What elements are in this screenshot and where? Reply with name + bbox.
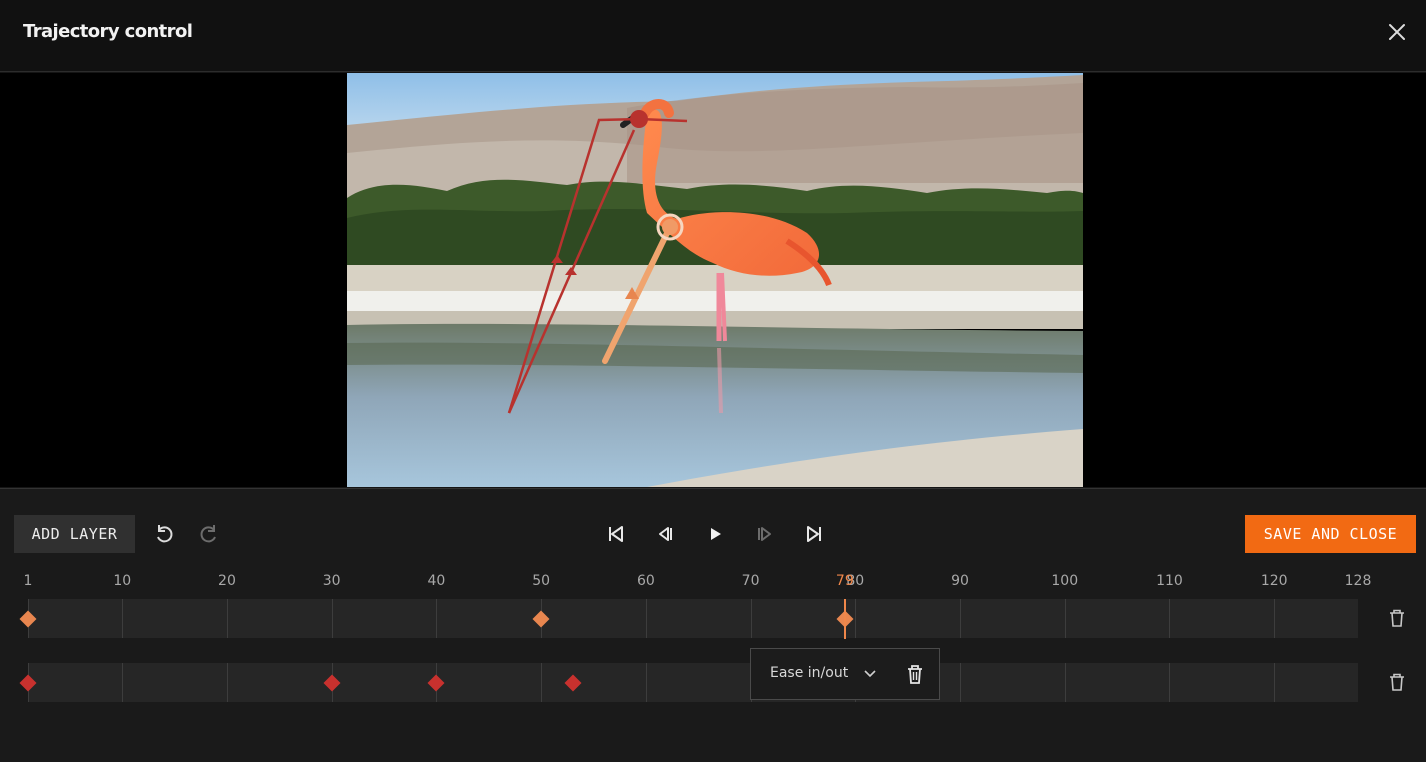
video-frame bbox=[347, 73, 1083, 487]
tick-label: 128 bbox=[1344, 573, 1372, 589]
delete-track-2-button[interactable] bbox=[1385, 670, 1409, 694]
keyframe-ease-menu: Ease in/out bbox=[750, 648, 940, 700]
undo-button[interactable] bbox=[150, 520, 178, 548]
track-gridline bbox=[960, 599, 962, 638]
track-gridline bbox=[541, 663, 543, 702]
track-gridline bbox=[645, 663, 647, 702]
tick-label: 10 bbox=[113, 573, 132, 589]
trash-icon bbox=[1390, 673, 1404, 691]
play-button[interactable] bbox=[701, 520, 729, 548]
skip-to-end-icon bbox=[807, 526, 821, 542]
tick-label: 90 bbox=[951, 573, 969, 589]
redo-icon bbox=[200, 525, 216, 543]
playhead[interactable] bbox=[843, 599, 846, 639]
ease-select-value[interactable]: Ease in/out bbox=[770, 665, 848, 681]
delete-keyframe-button[interactable] bbox=[903, 661, 927, 687]
track-gridline bbox=[960, 663, 962, 702]
step-back-icon bbox=[659, 527, 672, 541]
step-forward-button[interactable] bbox=[751, 520, 779, 548]
track-gridline bbox=[1169, 599, 1171, 638]
ease-dropdown-toggle[interactable] bbox=[861, 664, 879, 682]
track-gridline bbox=[750, 599, 752, 638]
keyframe-marker[interactable] bbox=[19, 610, 37, 627]
save-and-close-button[interactable]: SAVE AND CLOSE bbox=[1245, 515, 1416, 553]
track-gridline bbox=[226, 663, 228, 702]
track-gridline bbox=[645, 599, 647, 638]
keyframe-marker[interactable] bbox=[564, 674, 582, 691]
track-gridline bbox=[436, 599, 438, 638]
video-stage bbox=[0, 73, 1426, 487]
skip-to-start-button[interactable] bbox=[602, 520, 630, 548]
track-gridline bbox=[1274, 599, 1276, 638]
play-icon bbox=[711, 528, 721, 540]
close-icon bbox=[1389, 24, 1405, 40]
timeline-panel: ADD LAYER SAVE AND CLOSE 1 10 20 30 40 5… bbox=[0, 488, 1426, 762]
trash-icon bbox=[1390, 609, 1404, 627]
track-gridline bbox=[855, 599, 857, 638]
track-gridline bbox=[1274, 663, 1276, 702]
add-layer-button[interactable]: ADD LAYER bbox=[14, 515, 135, 553]
track-gridline bbox=[1064, 599, 1066, 638]
keyframe-marker[interactable] bbox=[532, 610, 550, 627]
tick-label: 20 bbox=[218, 573, 236, 589]
tick-label: 120 bbox=[1260, 573, 1288, 589]
dialog-header: Trajectory control bbox=[0, 0, 1426, 72]
keyframe-marker[interactable] bbox=[323, 674, 341, 691]
tick-label: 60 bbox=[636, 573, 655, 589]
tick-label: 100 bbox=[1051, 573, 1079, 589]
timeline-ruler: 1 10 20 30 40 50 60 70 80 90 100 110 120 128 79 bbox=[0, 573, 1426, 593]
timeline-track-2[interactable] bbox=[19, 663, 1358, 702]
undo-icon bbox=[157, 525, 173, 543]
tick-label: 1 bbox=[23, 573, 33, 589]
track-gridline bbox=[226, 599, 228, 638]
timeline-track-1[interactable] bbox=[19, 599, 1358, 638]
chevron-down-icon bbox=[864, 670, 876, 678]
skip-to-start-icon bbox=[609, 526, 623, 542]
tick-label: 70 bbox=[741, 573, 760, 589]
current-frame-label: 79 bbox=[835, 573, 854, 589]
step-back-button[interactable] bbox=[651, 520, 679, 548]
keyframe-marker[interactable] bbox=[427, 674, 445, 691]
dialog-title: Trajectory control bbox=[23, 21, 193, 42]
track-gridline bbox=[1169, 663, 1171, 702]
step-forward-icon bbox=[758, 527, 771, 541]
tick-label: 30 bbox=[322, 573, 341, 589]
delete-track-1-button[interactable] bbox=[1385, 606, 1409, 630]
redo-button[interactable] bbox=[195, 520, 223, 548]
track-gridline bbox=[331, 599, 333, 638]
trash-icon bbox=[908, 665, 922, 684]
skip-to-end-button[interactable] bbox=[800, 520, 828, 548]
track-gridline bbox=[1064, 663, 1066, 702]
track-gridline bbox=[122, 599, 124, 638]
track-gridline bbox=[122, 663, 124, 702]
close-button[interactable] bbox=[1383, 18, 1411, 46]
keyframe-marker[interactable] bbox=[19, 674, 37, 691]
tick-label: 40 bbox=[427, 573, 446, 589]
tick-label: 50 bbox=[532, 573, 551, 589]
tick-label: 110 bbox=[1156, 573, 1183, 589]
